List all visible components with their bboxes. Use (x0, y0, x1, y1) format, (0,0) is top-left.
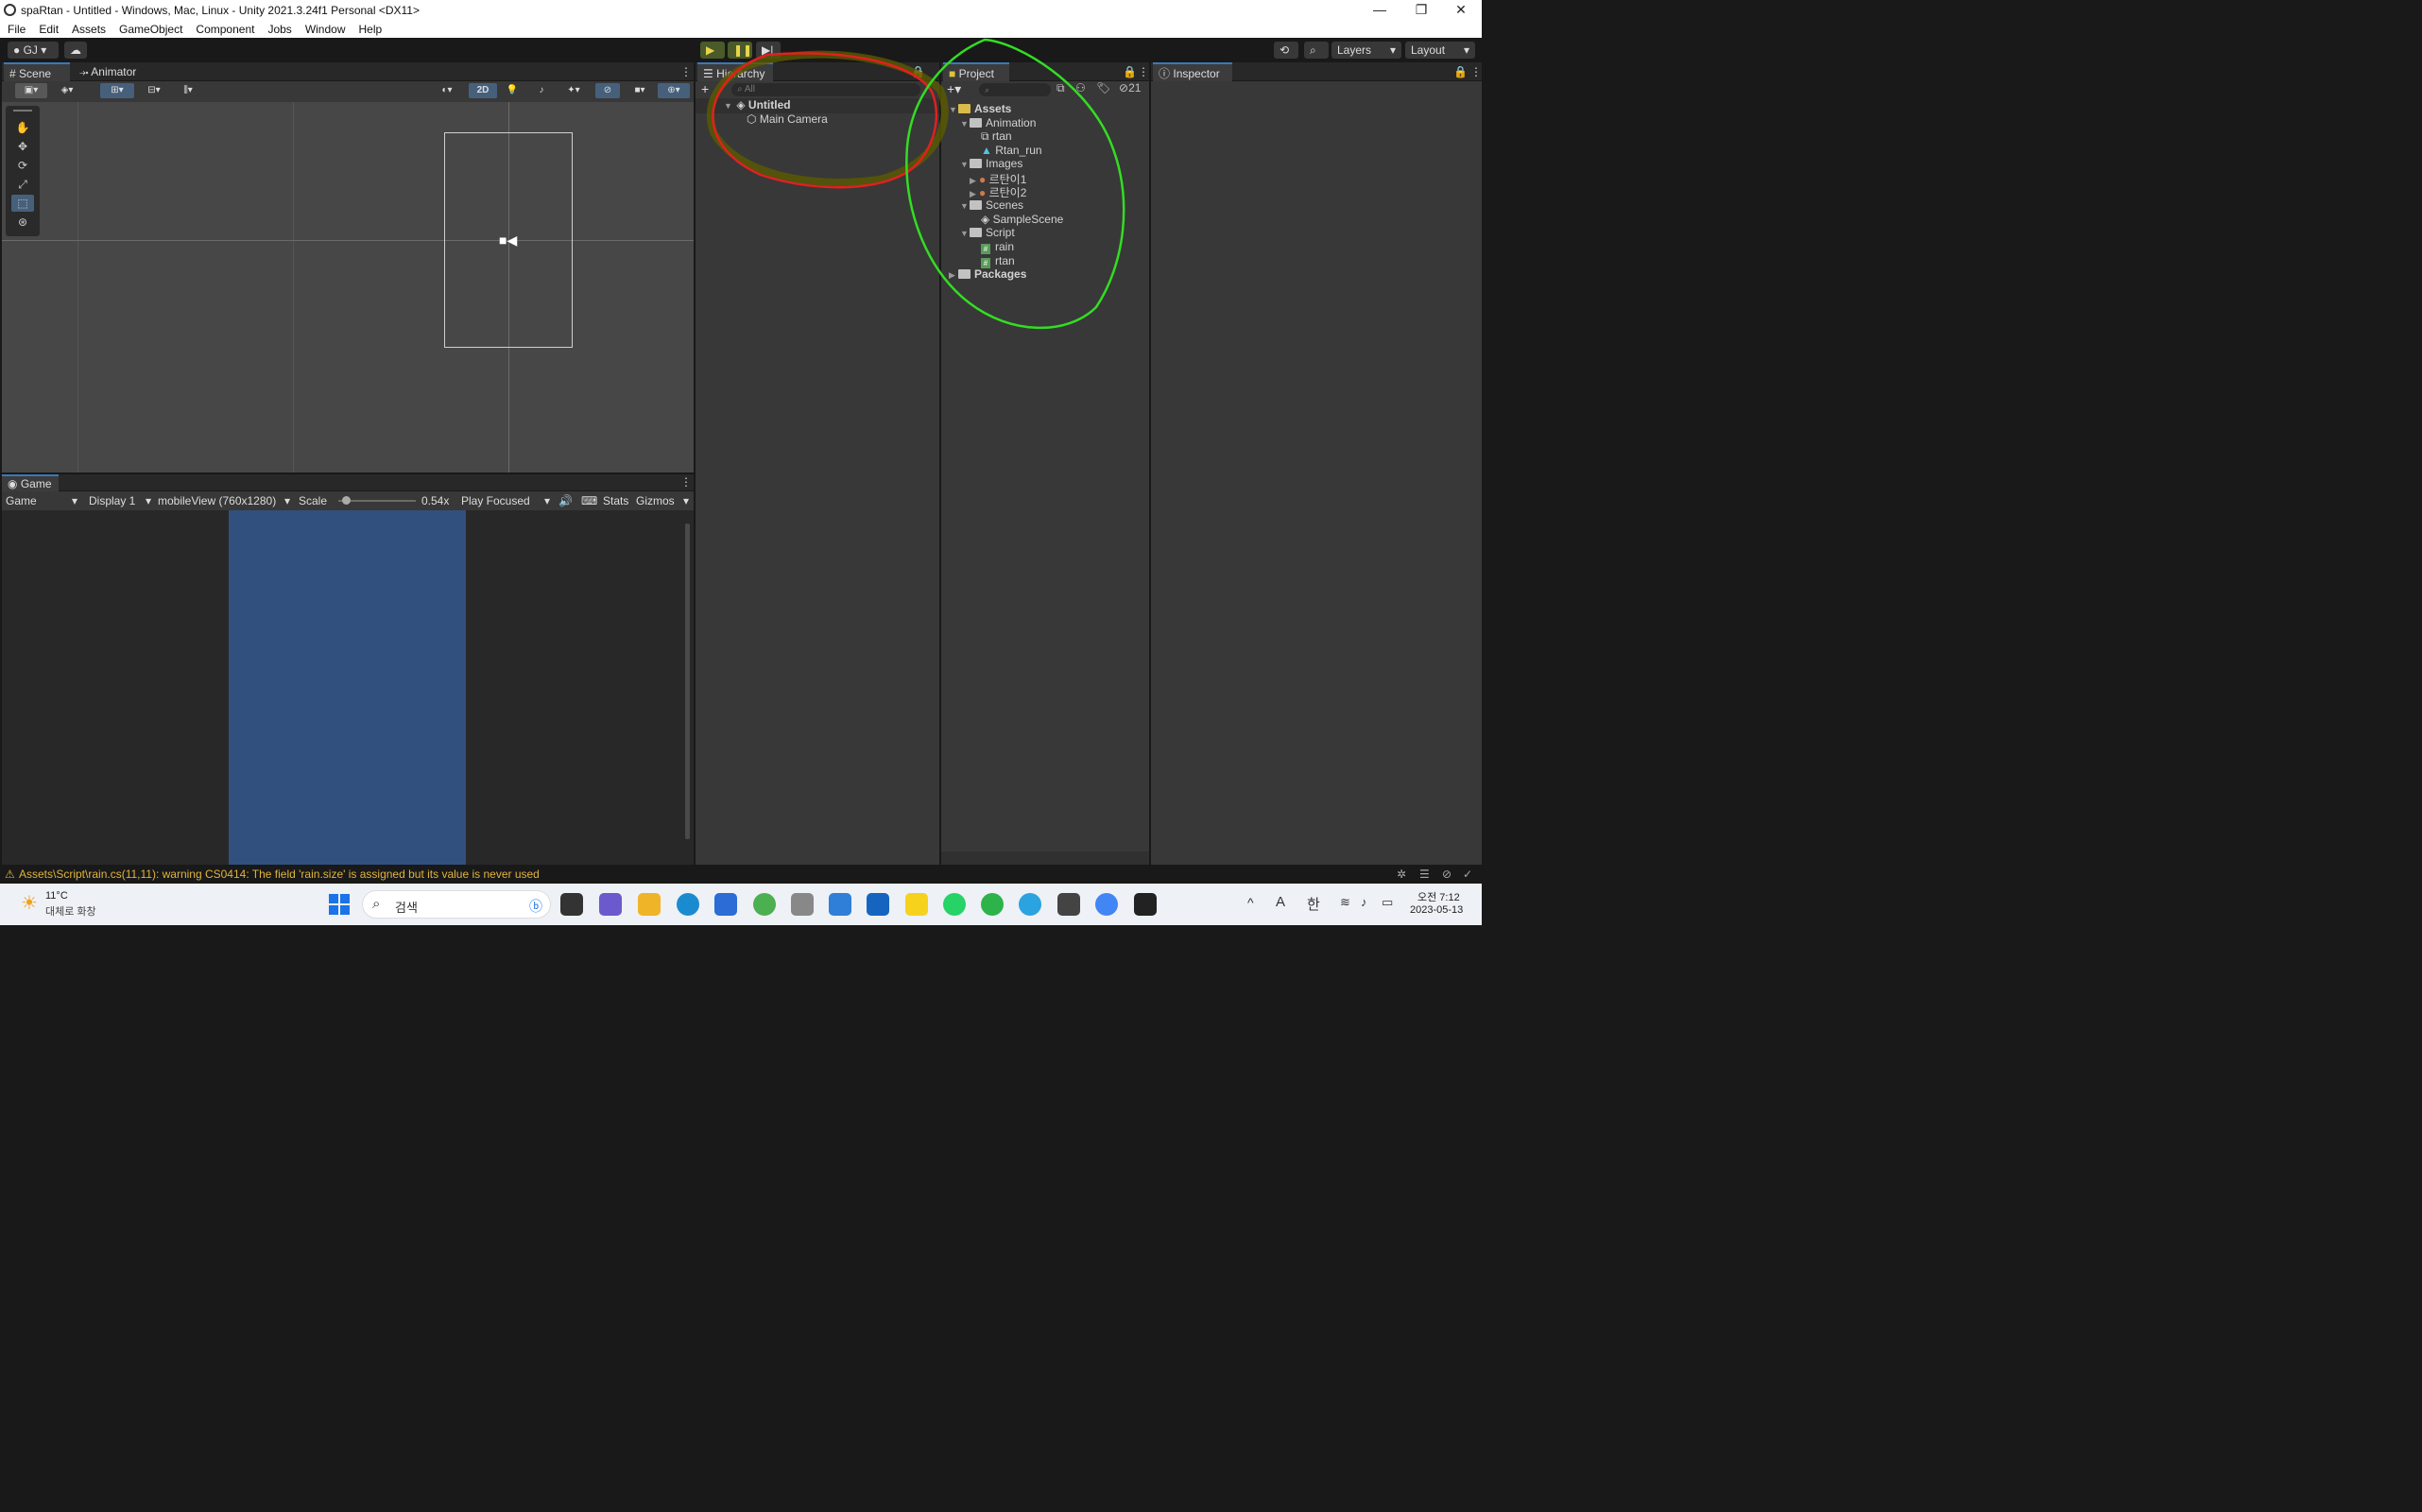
status-bar[interactable]: ⚠ Assets\Script\rain.cs(11,11): warning … (0, 865, 1482, 884)
whatsapp-icon[interactable] (943, 893, 966, 916)
calculator-icon[interactable] (791, 893, 814, 916)
weather-temp[interactable]: 11°C (45, 890, 68, 902)
green-circle (905, 38, 1125, 330)
chrome-profile-icon[interactable] (1095, 893, 1118, 916)
search-placeholder: 검색 (395, 901, 418, 915)
console-message[interactable]: Assets\Script\rain.cs(11,11): warning CS… (19, 865, 540, 884)
weather-icon[interactable]: ☀ (21, 891, 38, 915)
microsoft-store-icon[interactable] (714, 893, 737, 916)
debug-icon[interactable]: ✲ (1397, 865, 1406, 884)
ime-a-indicator[interactable]: A (1276, 894, 1285, 910)
unity-hub-icon[interactable] (1057, 893, 1080, 916)
task-view-icon[interactable] (560, 893, 583, 916)
kakaotalk-icon[interactable] (905, 893, 928, 916)
clock-date[interactable]: 2023-05-13 (1410, 904, 1463, 916)
teams-chat-icon[interactable] (599, 893, 622, 916)
weather-desc[interactable]: 대체로 화창 (45, 903, 96, 919)
wechat-icon[interactable] (981, 893, 1004, 916)
volume-icon[interactable]: ♪ (1361, 895, 1367, 909)
unity-editor-icon[interactable] (1134, 893, 1157, 916)
ime-hangul-indicator[interactable]: 한 (1307, 894, 1320, 914)
wifi-icon[interactable]: ≋ (1340, 895, 1350, 910)
check-icon[interactable]: ✓ (1463, 865, 1472, 884)
chrome-icon[interactable] (753, 893, 776, 916)
edge-icon[interactable] (677, 893, 699, 916)
notepad-icon[interactable] (829, 893, 851, 916)
telegram-icon[interactable] (1019, 893, 1041, 916)
taskbar-search-input[interactable]: ⌕ 검색 ⓑ (362, 890, 551, 919)
clock-time[interactable]: 오전 7:12 (1417, 889, 1460, 904)
file-explorer-icon[interactable] (638, 893, 661, 916)
warning-icon: ⚠ (5, 868, 15, 881)
cache-icon[interactable]: ☰ (1419, 865, 1430, 884)
outlook-icon[interactable] (867, 893, 889, 916)
taskbar: ☀ 11°C 대체로 화창 ⌕ 검색 ⓑ ^ A 한 ≋ ♪ ▭ 오전 7:12… (0, 884, 1482, 925)
search-icon: ⌕ (372, 896, 381, 912)
annotation-overlay (706, 38, 1125, 330)
bing-icon: ⓑ (529, 899, 542, 914)
windows-start-icon[interactable] (329, 894, 350, 915)
chevron-up-icon[interactable]: ^ (1247, 895, 1254, 910)
bake-icon[interactable]: ⊘ (1442, 865, 1451, 884)
battery-icon[interactable]: ▭ (1382, 895, 1393, 910)
